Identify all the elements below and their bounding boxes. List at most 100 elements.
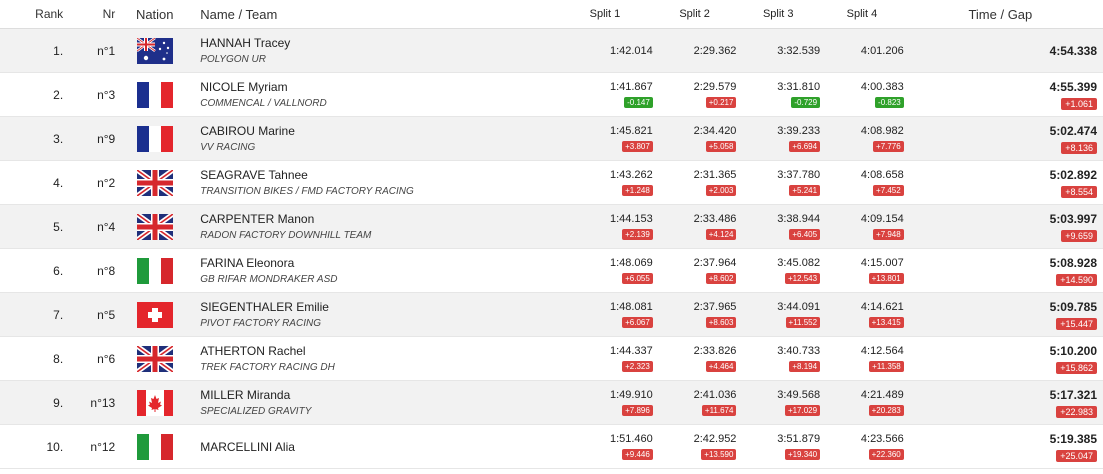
nation-cell — [115, 29, 194, 72]
gap-badge: +13.590 — [701, 449, 737, 460]
split-time: 2:33.486 — [693, 213, 737, 225]
name-team-cell: MARCELLINI Alia — [194, 425, 557, 468]
rider-name[interactable]: SIEGENTHALER Emilie — [200, 300, 557, 314]
rider-name[interactable]: CARPENTER Manon — [200, 212, 557, 226]
gap-badge: +13.801 — [868, 273, 904, 284]
header-split-3[interactable]: Split 3 — [736, 8, 820, 20]
header-time-gap[interactable]: Time / Gap — [904, 7, 1103, 22]
bib-number-cell: n°9 — [97, 131, 116, 146]
time-gap-cell: 5:09.785 +15.447 — [904, 293, 1103, 336]
split-time: 4:08.658 — [860, 169, 904, 181]
split-time: 1:44.153 — [609, 213, 653, 225]
canada-flag — [136, 389, 173, 416]
gap-badge: +20.283 — [868, 405, 904, 416]
split-3-cell: 3:51.879 +19.340 — [736, 425, 821, 468]
split-time: 1:43.262 — [609, 169, 653, 181]
split-3-cell: 3:38.944 +6.405 — [736, 205, 821, 248]
gap-badge: +8.554 — [1061, 185, 1098, 198]
split-1-cell: 1:41.867 -0.147 — [557, 73, 653, 116]
bib-number-cell: n°6 — [97, 351, 116, 366]
gap-badge: +22.360 — [868, 449, 904, 460]
final-time: 5:02.474 — [1049, 123, 1098, 138]
gap-badge: +7.776 — [873, 141, 904, 152]
split-time: 1:51.460 — [609, 433, 653, 445]
split-4-cell: 4:15.007 +13.801 — [820, 249, 904, 292]
rank-cell: 3. — [53, 131, 64, 146]
france-flag — [136, 125, 173, 152]
split-time: 3:39.233 — [777, 125, 821, 137]
header-nation[interactable]: Nation — [115, 7, 194, 22]
results-table: Rank Nr Nation Name / Team Split 1 Split… — [0, 0, 1103, 469]
gap-badge: +6.405 — [789, 229, 821, 240]
gap-badge: +11.358 — [869, 361, 904, 372]
rider-name[interactable]: FARINA Eleonora — [200, 256, 557, 270]
header-rank[interactable]: Rank — [0, 7, 63, 21]
time-gap-cell: 5:02.474 +8.136 — [904, 117, 1103, 160]
split-time: 1:45.821 — [609, 125, 653, 137]
table-row[interactable]: 8. n°6 ATHERTON Rachel TREK FACTORY RACING … — [0, 337, 1103, 381]
nation-cell — [115, 337, 194, 380]
gap-badge: +22.983 — [1056, 405, 1098, 418]
gap-badge: -0.729 — [791, 97, 821, 108]
australia-flag — [136, 37, 173, 64]
split-1-cell: 1:42.014 — [557, 29, 653, 72]
rider-name[interactable]: ATHERTON Rachel — [200, 344, 557, 358]
table-row[interactable]: 1. n°1 HANNAH Tracey POLYGON UR 1:42.014 2:29… — [0, 29, 1103, 73]
gap-badge: +8.194 — [789, 361, 821, 372]
time-gap-cell: 5:02.892 +8.554 — [904, 161, 1103, 204]
table-row[interactable]: 3. n°9 CABIROU Marine VV RACING 1:45.821 +3.8… — [0, 117, 1103, 161]
split-time: 2:37.965 — [693, 301, 737, 313]
time-gap-cell: 5:10.200 +15.862 — [904, 337, 1103, 380]
table-row[interactable]: 9. n°13 MILLER Miranda SPECIALIZED GRAVITY 1… — [0, 381, 1103, 425]
uk-flag — [136, 345, 173, 372]
header-split-4[interactable]: Split 4 — [820, 8, 904, 20]
final-time: 5:17.321 — [1049, 387, 1098, 402]
rider-name[interactable]: SEAGRAVE Tahnee — [200, 168, 557, 182]
split-3-cell: 3:39.233 +6.694 — [736, 117, 821, 160]
name-team-cell: MILLER Miranda SPECIALIZED GRAVITY — [194, 381, 557, 424]
rider-name[interactable]: MARCELLINI Alia — [200, 440, 557, 454]
gap-badge: +7.452 — [873, 185, 904, 196]
nation-cell — [115, 205, 194, 248]
gap-badge: -0.147 — [624, 97, 653, 108]
split-4-cell: 4:21.489 +20.283 — [820, 381, 904, 424]
team-name: SPECIALIZED GRAVITY — [200, 406, 312, 417]
gap-badge: +14.590 — [1056, 273, 1098, 286]
table-row[interactable]: 6. n°8 FARINA Eleonora GB RIFAR MONDRAKER A… — [0, 249, 1103, 293]
split-time: 3:44.091 — [777, 301, 821, 313]
table-row[interactable]: 4. n°2 SEAGRAVE Tahnee TRANSITION BIKES / F… — [0, 161, 1103, 205]
name-team-cell: SIEGENTHALER Emilie PIVOT FACTORY RACING — [194, 293, 557, 336]
table-row[interactable]: 2. n°3 NICOLE Myriam COMMENCAL / VALLNORD 1:… — [0, 73, 1103, 117]
header-split-2[interactable]: Split 2 — [653, 8, 737, 20]
split-2-cell: 2:29.579 +0.217 — [653, 73, 737, 116]
split-1-cell: 1:43.262 +1.248 — [557, 161, 653, 204]
split-time: 4:00.383 — [860, 81, 904, 93]
rank-cell: 1. — [53, 43, 64, 58]
table-row[interactable]: 10. n°12 MARCELLINI Alia 1:51.460 +9.446 2:42… — [0, 425, 1103, 469]
rider-name[interactable]: MILLER Miranda — [200, 388, 557, 402]
split-time: 4:15.007 — [860, 257, 904, 269]
gap-badge: +19.340 — [784, 449, 821, 460]
split-time: 3:40.733 — [777, 345, 821, 357]
split-1-cell: 1:48.069 +6.055 — [557, 249, 653, 292]
name-team-cell: HANNAH Tracey POLYGON UR — [194, 29, 557, 72]
rider-name[interactable]: NICOLE Myriam — [200, 80, 557, 94]
gap-badge: +12.543 — [784, 273, 821, 284]
split-2-cell: 2:37.964 +8.602 — [653, 249, 737, 292]
switzerland-flag — [136, 301, 173, 328]
table-row[interactable]: 7. n°5 SIEGENTHALER Emilie PIVOT FACTORY RA… — [0, 293, 1103, 337]
split-2-cell: 2:41.036 +11.674 — [653, 381, 737, 424]
header-name-team[interactable]: Name / Team — [194, 7, 557, 22]
split-3-cell: 3:49.568 +17.029 — [736, 381, 821, 424]
table-row[interactable]: 5. n°4 CARPENTER Manon RADON FACTORY DOWNHI… — [0, 205, 1103, 249]
header-split-1[interactable]: Split 1 — [557, 8, 653, 20]
team-name: GB RIFAR MONDRAKER ASD — [200, 274, 338, 285]
split-2-cell: 2:33.486 +4.124 — [653, 205, 737, 248]
split-time: 4:12.564 — [860, 345, 904, 357]
gap-badge: +13.415 — [868, 317, 904, 328]
rider-name[interactable]: HANNAH Tracey — [200, 36, 557, 50]
split-1-cell: 1:44.337 +2.323 — [557, 337, 653, 380]
gap-badge: +8.603 — [705, 317, 737, 328]
rider-name[interactable]: CABIROU Marine — [200, 124, 557, 138]
header-nr[interactable]: Nr — [63, 7, 116, 21]
